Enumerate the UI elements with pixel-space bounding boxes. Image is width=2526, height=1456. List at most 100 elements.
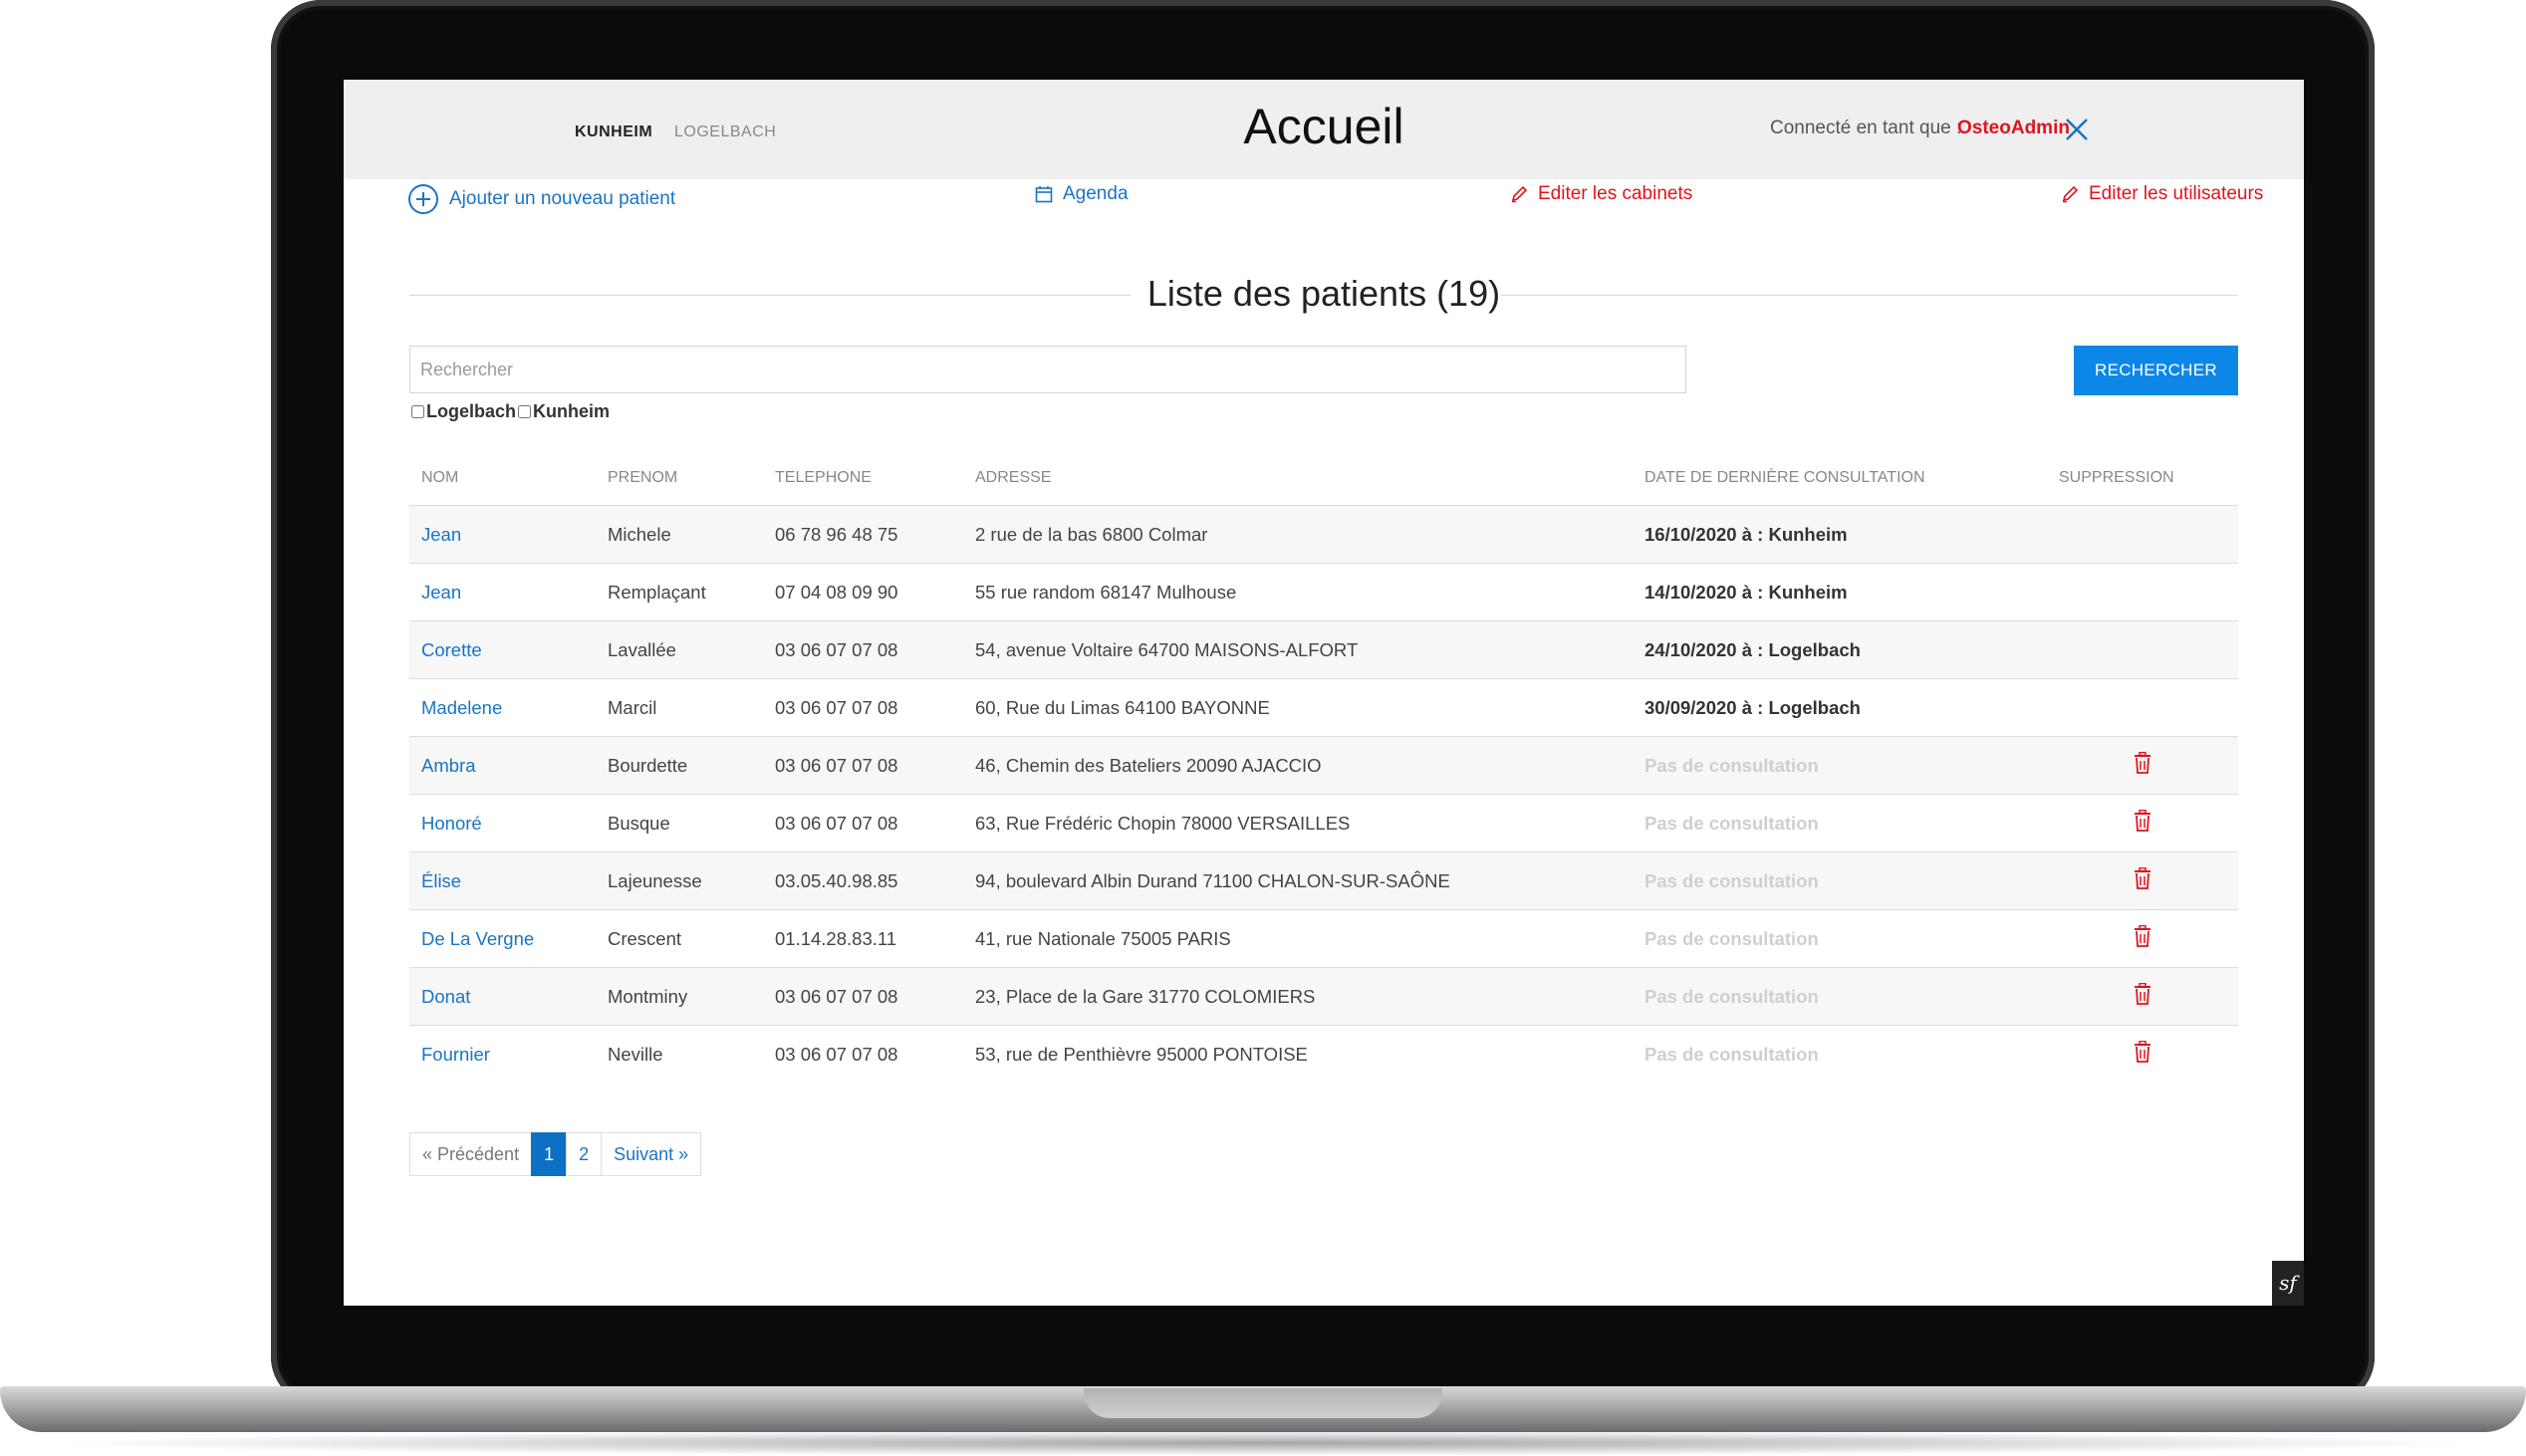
cell-nom[interactable]: Ambra (409, 736, 596, 795)
cell-adresse: 94, boulevard Albin Durand 71100 CHALON-… (963, 851, 1633, 910)
cell-adresse: 60, Rue du Limas 64100 BAYONNE (963, 678, 1633, 737)
cell-nom[interactable]: De La Vergne (409, 909, 596, 968)
trash-icon[interactable] (2134, 1040, 2151, 1063)
column-header-adresse[interactable]: ADRESSE (963, 451, 1633, 506)
table-row: Élise Lajeunesse 03.05.40.98.85 94, bouleva… (409, 851, 2238, 910)
table-row: Madelene Marcil 03 06 07 07 08 60, Rue du L… (409, 678, 2238, 737)
cell-telephone: 01.14.28.83.11 (763, 909, 963, 968)
table-row: Jean Michele 06 78 96 48 75 2 rue de la bas… (409, 505, 2238, 564)
column-header-prenom[interactable]: PRENOM (596, 451, 763, 506)
cell-suppression (2047, 909, 2238, 968)
cell-suppression (2047, 678, 2238, 737)
cell-prenom: Remplaçant (596, 563, 763, 621)
symfony-toolbar-icon[interactable]: sf (2272, 1261, 2304, 1306)
trash-icon[interactable] (2134, 982, 2151, 1005)
close-icon[interactable] (2063, 116, 2091, 143)
pagination-previous[interactable]: « Précédent (409, 1132, 533, 1176)
cell-prenom: Lajeunesse (596, 851, 763, 910)
cell-suppression (2047, 851, 2238, 910)
trash-icon[interactable] (2134, 751, 2151, 774)
table-row: Corette Lavallée 03 06 07 07 08 54, avenue … (409, 620, 2238, 679)
table-row: Honoré Busque 03 06 07 07 08 63, Rue Frédér… (409, 794, 2238, 852)
pagination: « Précédent 1 2 Suivant » (409, 1132, 702, 1176)
patients-table: NOM PRENOM TELEPHONE ADRESSE DATE DE DER… (409, 451, 2238, 1083)
cell-adresse: 54, avenue Voltaire 64700 MAISONS-ALFORT (963, 620, 1633, 679)
search-input[interactable] (409, 346, 1686, 393)
plus-circle-icon (408, 184, 438, 214)
cell-date: Pas de consultation (1633, 909, 2047, 968)
cell-telephone: 03 06 07 07 08 (763, 678, 963, 737)
cell-date: 14/10/2020 à : Kunheim (1633, 563, 2047, 621)
edit-users-label: Editer les utilisateurs (2089, 183, 2264, 204)
search-button[interactable]: RECHERCHER (2074, 346, 2238, 395)
cell-date: 30/09/2020 à : Logelbach (1633, 678, 2047, 737)
trash-icon[interactable] (2134, 924, 2151, 947)
cell-nom[interactable]: Jean (409, 563, 596, 621)
cell-prenom: Crescent (596, 909, 763, 968)
cell-adresse: 53, rue de Penthièvre 95000 PONTOISE (963, 1025, 1633, 1083)
cell-telephone: 03.05.40.98.85 (763, 851, 963, 910)
table-row: Donat Montminy 03 06 07 07 08 23, Place de … (409, 967, 2238, 1026)
cell-suppression (2047, 736, 2238, 795)
edit-cabinets-link[interactable]: Editer les cabinets (1510, 183, 1692, 205)
cell-adresse: 55 rue random 68147 Mulhouse (963, 563, 1633, 621)
column-header-nom[interactable]: NOM (409, 451, 596, 506)
cell-prenom: Busque (596, 794, 763, 852)
cell-suppression (2047, 563, 2238, 621)
cell-date: Pas de consultation (1633, 736, 2047, 795)
cell-nom[interactable]: Donat (409, 967, 596, 1026)
cell-telephone: 03 06 07 07 08 (763, 794, 963, 852)
cell-date: Pas de consultation (1633, 967, 2047, 1026)
cell-prenom: Lavallée (596, 620, 763, 679)
table-row: Jean Remplaçant 07 04 08 09 90 55 rue rando… (409, 563, 2238, 621)
trash-icon[interactable] (2134, 809, 2151, 832)
pagination-page-2[interactable]: 2 (566, 1132, 603, 1176)
cell-suppression (2047, 620, 2238, 679)
table-header-row: NOM PRENOM TELEPHONE ADRESSE DATE DE DER… (409, 451, 2238, 506)
table-row: De La Vergne Crescent 01.14.28.83.11 41, ru… (409, 909, 2238, 968)
laptop-notch (1084, 1388, 1442, 1418)
agenda-link[interactable]: Agenda (1035, 183, 1129, 205)
cell-adresse: 23, Place de la Gare 31770 COLOMIERS (963, 967, 1633, 1026)
table-row: Fournier Neville 03 06 07 07 08 53, rue de … (409, 1025, 2238, 1083)
pagination-page-1[interactable]: 1 (531, 1132, 568, 1176)
laptop-shadow (40, 1430, 2486, 1456)
cell-nom[interactable]: Honoré (409, 794, 596, 852)
pencil-icon (2062, 185, 2079, 203)
cell-date: 16/10/2020 à : Kunheim (1633, 505, 2047, 564)
cell-nom[interactable]: Fournier (409, 1025, 596, 1083)
cell-nom[interactable]: Corette (409, 620, 596, 679)
list-title: Liste des patients (19) (1146, 273, 1501, 314)
cell-telephone: 07 04 08 09 90 (763, 563, 963, 621)
cell-nom[interactable]: Madelene (409, 678, 596, 737)
calendar-icon (1035, 186, 1053, 203)
edit-cabinets-label: Editer les cabinets (1538, 183, 1693, 204)
filter-checkbox-logelbach[interactable] (411, 405, 424, 418)
add-patient-link[interactable]: Ajouter un nouveau patient (407, 183, 675, 215)
cell-adresse: 63, Rue Frédéric Chopin 78000 VERSAILLES (963, 794, 1633, 852)
cell-suppression (2047, 505, 2238, 564)
pagination-next[interactable]: Suivant » (601, 1132, 702, 1176)
cell-date: Pas de consultation (1633, 851, 2047, 910)
cell-telephone: 03 06 07 07 08 (763, 1025, 963, 1083)
table-row: Ambra Bourdette 03 06 07 07 08 46, Chemin d… (409, 736, 2238, 795)
column-header-date[interactable]: DATE DE DERNIÈRE CONSULTATION (1633, 451, 2047, 506)
cell-prenom: Bourdette (596, 736, 763, 795)
app-screen: KUNHEIM LOGELBACH Accueil Connecté en ta… (344, 80, 2304, 1306)
cell-telephone: 06 78 96 48 75 (763, 505, 963, 564)
edit-users-link[interactable]: Editer les utilisateurs (2061, 183, 2263, 205)
cell-date: 24/10/2020 à : Logelbach (1633, 620, 2047, 679)
cell-telephone: 03 06 07 07 08 (763, 967, 963, 1026)
cell-nom[interactable]: Élise (409, 851, 596, 910)
add-patient-label: Ajouter un nouveau patient (449, 188, 676, 209)
cell-suppression (2047, 794, 2238, 852)
trash-icon[interactable] (2134, 866, 2151, 889)
cell-nom[interactable]: Jean (409, 505, 596, 564)
patients-table-body: Jean Michele 06 78 96 48 75 2 rue de la bas… (409, 505, 2238, 1083)
filter-label-logelbach: Logelbach (426, 401, 517, 421)
filter-checkbox-kunheim[interactable] (518, 405, 532, 418)
connected-label: Connecté en tant que : (1770, 118, 1962, 138)
cell-date: Pas de consultation (1633, 1025, 2047, 1083)
column-header-telephone[interactable]: TELEPHONE (763, 451, 963, 506)
cell-telephone: 03 06 07 07 08 (763, 736, 963, 795)
